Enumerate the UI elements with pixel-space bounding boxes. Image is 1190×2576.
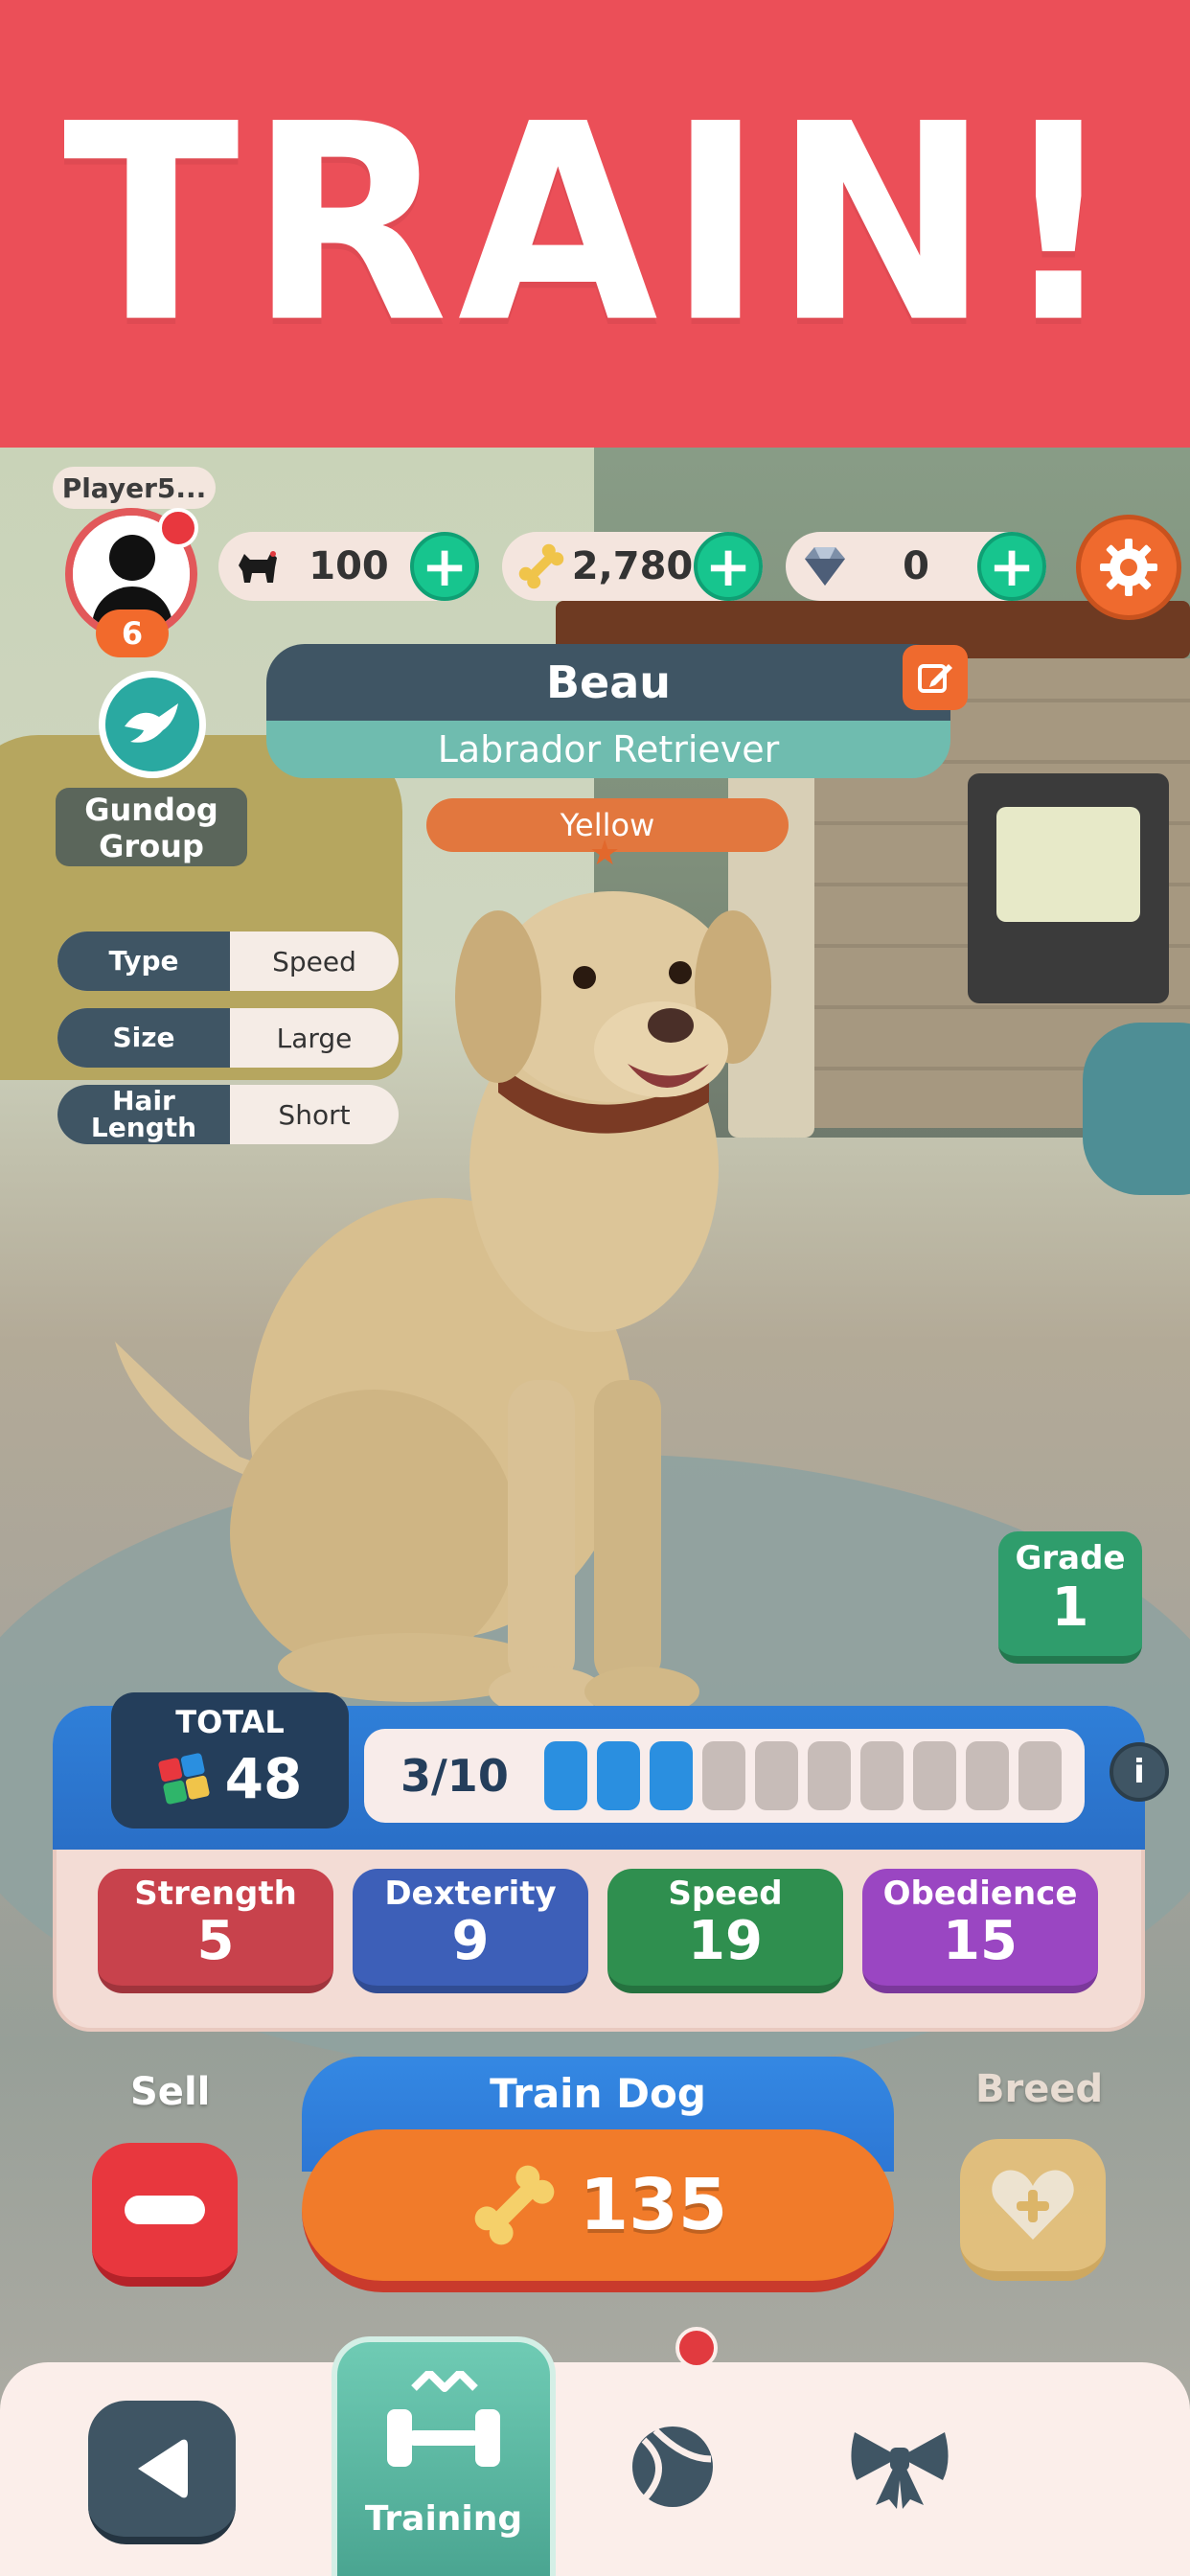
progress-pip	[597, 1741, 640, 1810]
train-cost: 135	[579, 2164, 728, 2246]
dogs-count: 100	[309, 544, 389, 588]
heart-plus-icon	[992, 2170, 1074, 2240]
resource-diamonds: 0 +	[786, 532, 1046, 601]
edit-icon	[918, 664, 952, 693]
trait-value: Short	[278, 1098, 351, 1131]
total-label: TOTAL	[175, 1704, 285, 1740]
progress-pip	[1018, 1741, 1062, 1810]
progress-text: 3/10	[400, 1750, 509, 1802]
level-badge: 6	[96, 610, 169, 657]
progress-pip	[966, 1741, 1009, 1810]
trait-value: Speed	[272, 945, 356, 978]
trait-key: Size	[57, 1008, 230, 1068]
avatar-head	[109, 535, 155, 581]
dog-name: Beau	[266, 644, 950, 721]
trait-hair-length: Hair Length Short	[57, 1085, 399, 1144]
progress-pip	[860, 1741, 904, 1810]
stat-dexterity: Dexterity 9	[353, 1869, 588, 1993]
trait-type: Type Speed	[57, 932, 399, 991]
add-diamonds-button[interactable]: +	[977, 532, 1046, 601]
promo-banner: TRAIN!	[0, 0, 1190, 448]
progress-pip	[544, 1741, 587, 1810]
bones-count: 2,780	[571, 544, 694, 588]
dog-breed: Labrador Retriever	[266, 721, 950, 778]
stat-speed: Speed 19	[607, 1869, 843, 1993]
notification-dot	[158, 508, 198, 548]
train-dog-button[interactable]: 135	[302, 2129, 894, 2292]
group-label: Gundog Group	[56, 788, 247, 866]
gear-icon	[1100, 539, 1157, 596]
grade-value: 1	[1051, 1576, 1089, 1639]
progress-pip	[650, 1741, 693, 1810]
total-box: TOTAL 48	[111, 1692, 349, 1828]
add-dogs-button[interactable]: +	[410, 532, 479, 601]
bone-icon	[474, 2165, 555, 2245]
tab-training[interactable]	[332, 2336, 556, 2576]
progress-pip	[755, 1741, 798, 1810]
settings-button[interactable]	[1076, 515, 1181, 620]
training-progress: 3/10	[364, 1729, 1085, 1823]
breed-label: Breed	[975, 2067, 1104, 2111]
player-name[interactable]: Player5...	[53, 467, 216, 509]
info-button[interactable]: i	[1110, 1742, 1169, 1802]
diamonds-count: 0	[903, 544, 929, 588]
tab-training-label: Training	[364, 2499, 523, 2539]
resource-bones: 2,780 +	[502, 532, 763, 601]
back-arrow-icon	[138, 2439, 188, 2498]
grade-badge[interactable]: Grade 1	[998, 1531, 1142, 1664]
bird-icon	[125, 703, 178, 743]
progress-pip	[702, 1741, 745, 1810]
stat-obedience: Obedience 15	[862, 1869, 1098, 1993]
edit-name-button[interactable]	[903, 645, 968, 710]
progress-pips	[544, 1741, 1062, 1810]
bow-icon[interactable]	[847, 2423, 952, 2509]
group-badge[interactable]	[99, 671, 206, 778]
breed-button[interactable]	[960, 2139, 1106, 2281]
train-dog-control: Train Dog 135	[302, 2057, 894, 2296]
trait-value: Large	[276, 1022, 353, 1054]
trait-key: Hair Length	[57, 1085, 230, 1144]
progress-pip	[808, 1741, 851, 1810]
color-blocks-icon	[158, 1753, 210, 1805]
diamond-icon	[795, 537, 855, 596]
progress-pip	[913, 1741, 956, 1810]
bone-icon	[512, 537, 571, 596]
banner-title: TRAIN!	[62, 65, 1128, 382]
back-button[interactable]	[88, 2401, 236, 2544]
notification-dot	[675, 2327, 718, 2369]
dog-name-plate: Beau Labrador Retriever	[266, 644, 950, 778]
dog-silhouette-icon	[228, 537, 287, 596]
trait-key: Type	[57, 932, 230, 991]
dumbbell-icon	[387, 2371, 500, 2467]
stat-strength: Strength 5	[98, 1869, 333, 1993]
add-bones-button[interactable]: +	[694, 532, 763, 601]
grade-label: Grade	[1015, 1539, 1126, 1577]
stove-window	[996, 807, 1140, 922]
trait-size: Size Large	[57, 1008, 399, 1068]
star-icon: ★	[589, 834, 621, 873]
sell-button[interactable]	[92, 2143, 238, 2287]
minus-icon	[125, 2196, 205, 2224]
total-value: 48	[224, 1746, 303, 1811]
tennis-ball-icon[interactable]	[627, 2421, 719, 2513]
sell-label: Sell	[130, 2070, 211, 2114]
dog-bed	[1083, 1023, 1190, 1195]
resource-dogs: 100 +	[218, 532, 479, 601]
